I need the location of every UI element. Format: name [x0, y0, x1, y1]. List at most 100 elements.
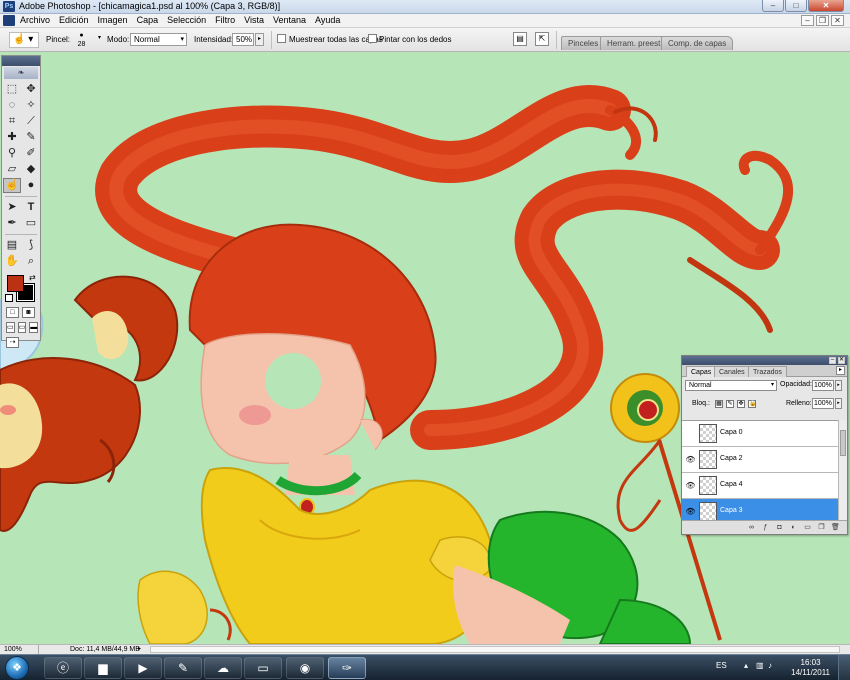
doc-minimize-icon[interactable]: –: [801, 15, 814, 26]
tab-trazados[interactable]: Trazados: [748, 366, 787, 377]
adjustment-layer-icon[interactable]: ◐: [788, 523, 799, 532]
eye-icon[interactable]: 👁: [684, 503, 697, 520]
tray-arrow-icon[interactable]: ▴: [744, 661, 748, 670]
slice-tool-icon[interactable]: ⟋: [22, 114, 40, 129]
minimize-icon[interactable]: –: [762, 0, 784, 12]
type-tool-icon[interactable]: T: [22, 200, 40, 215]
layer-row[interactable]: 👁 Capa 4: [682, 473, 840, 499]
palette-well-icon[interactable]: ▤: [513, 32, 527, 46]
show-desktop-button[interactable]: [838, 655, 850, 680]
panel-menu-icon[interactable]: ▸: [836, 366, 845, 375]
volume-icon[interactable]: ♪: [768, 661, 772, 670]
well-tab-herramientas[interactable]: Herram. preest.: [600, 36, 670, 50]
menu-ayuda[interactable]: Ayuda: [315, 15, 340, 25]
zoom-tool-icon[interactable]: ⌕: [22, 254, 40, 269]
sample-all-checkbox[interactable]: [277, 34, 286, 43]
tab-canales[interactable]: Canales: [714, 366, 750, 377]
blend-mode-select[interactable]: Normal ▾: [685, 380, 777, 391]
history-brush-tool-icon[interactable]: ✐: [22, 146, 40, 161]
menu-archivo[interactable]: Archivo: [20, 15, 50, 25]
lock-all-icon[interactable]: 🔒: [748, 400, 756, 408]
eyedropper-tool-icon[interactable]: ⟆: [22, 238, 40, 253]
path-selection-tool-icon[interactable]: ➤: [3, 200, 21, 215]
doc-restore-icon[interactable]: ❐: [816, 15, 829, 26]
chrome-icon[interactable]: ◉: [286, 657, 324, 679]
quick-mask-mode-icon[interactable]: ◙: [22, 307, 35, 318]
layers-scrollbar[interactable]: [838, 420, 847, 520]
tool-preset-picker[interactable]: ☝ ▾: [9, 32, 39, 48]
tab-capas[interactable]: Capas: [686, 366, 717, 377]
brush-dropdown-icon[interactable]: ▾: [95, 33, 104, 46]
layers-panel-title-bar[interactable]: – ✕: [682, 356, 847, 365]
fill-input[interactable]: 100%: [812, 398, 834, 409]
layer-mask-icon[interactable]: ◘: [774, 523, 785, 532]
foreground-color-swatch[interactable]: [7, 275, 24, 292]
eye-icon[interactable]: 👁: [684, 477, 697, 494]
trash-icon[interactable]: 🗑: [830, 523, 841, 532]
photoshop-icon[interactable]: ✑: [328, 657, 366, 679]
clock[interactable]: 16:03 14/11/2011: [791, 658, 830, 678]
toolbox-title-bar[interactable]: [2, 56, 40, 66]
well-tab-pinceles[interactable]: Pinceles: [561, 36, 606, 50]
internet-explorer-icon[interactable]: ⓔ: [44, 657, 82, 679]
healing-brush-tool-icon[interactable]: ✚: [3, 130, 21, 145]
scrollbar-thumb[interactable]: [840, 430, 846, 456]
close-icon[interactable]: ✕: [808, 0, 844, 12]
folder-icon[interactable]: ▆: [84, 657, 122, 679]
magic-wand-tool-icon[interactable]: ✧: [22, 98, 40, 113]
hand-tool-icon[interactable]: ✋: [3, 254, 21, 269]
layer-visibility-toggle[interactable]: [684, 425, 697, 442]
lasso-tool-icon[interactable]: ◌: [3, 98, 21, 113]
menu-ventana[interactable]: Ventana: [273, 15, 306, 25]
title-bar[interactable]: Ps Adobe Photoshop - [chicamagica1.psd a…: [0, 0, 850, 14]
tool-app-icon[interactable]: ✎: [164, 657, 202, 679]
notes-tool-icon[interactable]: ▤: [3, 238, 21, 253]
dodge-tool-icon[interactable]: ●: [22, 178, 40, 193]
doc-close-icon[interactable]: ✕: [831, 15, 844, 26]
lock-pixels-icon[interactable]: ✎: [726, 400, 734, 408]
network-app-icon[interactable]: ☁: [204, 657, 242, 679]
horizontal-scrollbar[interactable]: [150, 646, 840, 653]
default-colors-icon[interactable]: [5, 294, 13, 302]
intensity-slider-icon[interactable]: ▸: [255, 33, 264, 46]
new-group-icon[interactable]: ▭: [802, 523, 813, 532]
finger-paint-checkbox[interactable]: [368, 34, 377, 43]
opacity-input[interactable]: 100%: [812, 380, 834, 391]
panel-minimize-icon[interactable]: –: [829, 357, 836, 364]
panel-close-icon[interactable]: ✕: [838, 357, 845, 364]
maximize-icon[interactable]: □: [785, 0, 807, 12]
zoom-level[interactable]: 100%: [4, 645, 22, 654]
media-player-icon[interactable]: ▶: [124, 657, 162, 679]
window-app-icon[interactable]: ▭: [244, 657, 282, 679]
screen-mode-standard-icon[interactable]: ▭: [6, 322, 15, 333]
crop-tool-icon[interactable]: ⌗: [3, 114, 21, 129]
lock-position-icon[interactable]: ✥: [737, 400, 745, 408]
new-layer-icon[interactable]: ❐: [816, 523, 827, 532]
paint-bucket-tool-icon[interactable]: ◆: [22, 162, 40, 177]
document-canvas[interactable]: [0, 52, 850, 644]
fill-slider-icon[interactable]: ▸: [835, 398, 842, 409]
well-tab-composiciones[interactable]: Comp. de capas: [661, 36, 734, 50]
menu-filtro[interactable]: Filtro: [215, 15, 235, 25]
eye-icon[interactable]: 👁: [684, 451, 697, 468]
ps-document-icon[interactable]: [3, 15, 15, 26]
opacity-slider-icon[interactable]: ▸: [835, 380, 842, 391]
screen-mode-full-icon[interactable]: ▬: [29, 322, 39, 333]
layer-row-selected[interactable]: 👁 Capa 3: [682, 499, 840, 520]
pen-tool-icon[interactable]: ✒: [3, 216, 21, 231]
menu-seleccion[interactable]: Selección: [167, 15, 206, 25]
start-button[interactable]: ❖: [5, 656, 29, 680]
swap-colors-icon[interactable]: ⇄: [29, 273, 36, 282]
layer-style-icon[interactable]: ƒ: [760, 523, 771, 532]
screen-mode-menu-icon[interactable]: ▭: [17, 322, 27, 333]
mode-select[interactable]: Normal ▾: [130, 33, 187, 46]
language-indicator[interactable]: ES: [716, 661, 727, 670]
standard-mode-icon[interactable]: □: [6, 307, 19, 318]
menu-vista[interactable]: Vista: [244, 15, 264, 25]
network-tray-icon[interactable]: ▥: [756, 661, 764, 670]
clone-stamp-tool-icon[interactable]: ⚲: [3, 146, 21, 161]
menu-edicion[interactable]: Edición: [59, 15, 89, 25]
shape-tool-icon[interactable]: ▭: [22, 216, 40, 231]
bridge-icon[interactable]: ⇱: [535, 32, 549, 46]
layer-row[interactable]: Capa 0: [682, 421, 840, 447]
